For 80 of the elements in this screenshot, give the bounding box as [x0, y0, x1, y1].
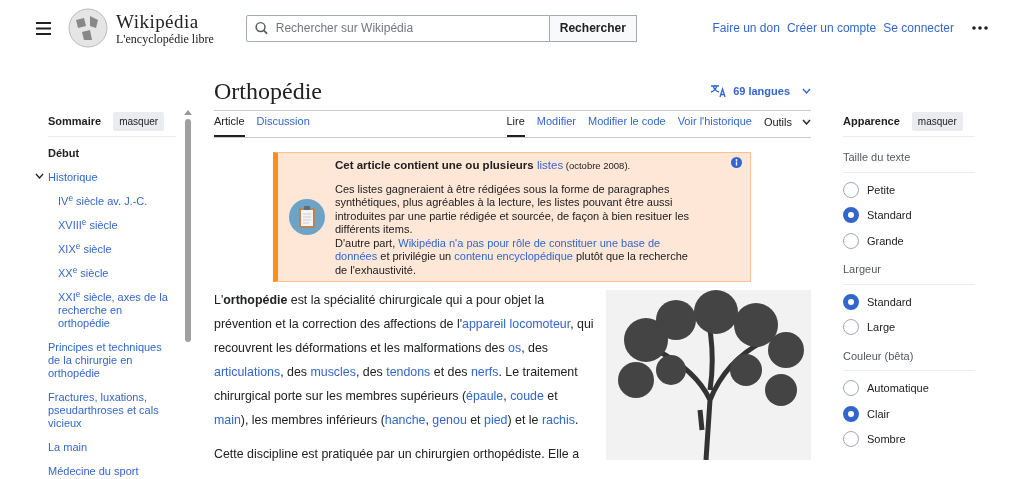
link[interactable]: tendons [386, 365, 431, 379]
search-input[interactable]: Rechercher sur Wikipédia [275, 19, 541, 37]
search-button[interactable]: Rechercher [549, 14, 637, 42]
link[interactable]: rachis [541, 413, 575, 427]
section-label: Couleur (bêta) [843, 347, 975, 371]
link[interactable]: main [214, 413, 241, 427]
toc-link[interactable]: Historique [48, 171, 176, 184]
page-tab[interactable]: Modifier [536, 112, 576, 137]
toc-link[interactable]: Médecine du sport [48, 465, 176, 478]
radio-option[interactable]: Standard [843, 207, 975, 224]
radio-button[interactable] [843, 181, 859, 198]
radio-option[interactable]: Grande [843, 232, 975, 249]
notice-title: Cet article contient une ou plusieurs listes (octobre 2008). [335, 159, 631, 173]
link[interactable]: contenu encyclopédique [454, 250, 573, 262]
paragraph: Cette discipline est pratiquée par un chirurgien orthopédiste. Elle a [214, 446, 581, 463]
toc-link[interactable]: XVIII$^{e}$ siècle [48, 219, 176, 232]
page-tab[interactable]: Lire [506, 112, 525, 137]
translate-icon [710, 84, 728, 98]
article-title: Orthopédie [214, 77, 322, 106]
toc-link[interactable]: La main [48, 441, 176, 454]
search-field[interactable]: Rechercher sur Wikipédia [245, 14, 550, 42]
notice-text: Ces listes gagneraient à être rédigées sous la forme de paragraphes synthétiques, plus agréables à la lecture, les listes pouvant être aussi introduites par une partie rédigée et sourcée, de façon à bien resituer les différents items. [335, 182, 691, 237]
link[interactable]: épaule [466, 389, 504, 403]
radio-button[interactable] [843, 293, 859, 310]
section-label: Largeur [843, 261, 975, 285]
radio-button[interactable] [843, 319, 859, 336]
hide-button[interactable]: masquer [911, 112, 963, 131]
search-icon [254, 21, 268, 35]
toc-heading: Sommaire [48, 114, 102, 130]
radio-button[interactable] [843, 431, 859, 448]
radio-button[interactable] [843, 405, 859, 422]
radio-option[interactable]: Standard [843, 293, 975, 310]
link[interactable]: pied [484, 413, 508, 427]
languages-button[interactable]: 69 langues [710, 82, 811, 100]
chevron-down-icon[interactable] [35, 173, 44, 179]
hide-button[interactable]: masquer [113, 112, 165, 131]
radio-option[interactable]: Large [843, 319, 975, 336]
radio-option[interactable]: Sombre [843, 431, 975, 448]
radio-option[interactable]: Clair [843, 405, 975, 422]
toc-link[interactable]: Fractures, luxations, pseudarthroses et cals vicieux [48, 391, 176, 430]
radio-option[interactable]: Automatique [843, 380, 975, 397]
radio-button[interactable] [843, 380, 859, 397]
page-tab[interactable]: Article [214, 112, 245, 137]
menu-icon[interactable] [36, 21, 51, 35]
globe-logo-icon[interactable] [68, 8, 108, 48]
notice-text: D'autre part, Wikipédia n'a pas pour rôle de constituer une base de données et privilégie un contenu encyclopédique plutôt que la recherche de l'exhaustivité. [335, 236, 689, 277]
link[interactable]: listes [536, 159, 564, 171]
header-link[interactable]: Faire un don [712, 19, 780, 37]
chevron-down-icon [802, 118, 811, 125]
more-options-icon[interactable] [972, 26, 988, 30]
toc-link[interactable]: Début [48, 147, 176, 160]
page-tab[interactable]: Voir l'historique [677, 112, 752, 137]
radio-option[interactable]: Petite [843, 181, 975, 198]
header-link[interactable]: Se connecter [883, 19, 954, 37]
scroll-up-arrow-icon[interactable] [184, 110, 192, 115]
toc-link[interactable]: Principes et techniques de la chirurgie en orthopédie [48, 341, 176, 380]
toc-link[interactable]: XIX$^{e}$ siècle [48, 243, 176, 256]
link[interactable]: appareil locomoteur [462, 317, 571, 331]
toc-link[interactable]: IV$^{e}$ siècle av. J.-C. [48, 195, 176, 208]
toc-link[interactable]: XX$^{e}$ siècle [48, 267, 176, 280]
chevron-down-icon [802, 88, 811, 94]
radio-button[interactable] [843, 207, 859, 224]
appearance-heading: Apparence [843, 114, 900, 130]
link[interactable]: genou [432, 413, 467, 427]
logo-wordmark[interactable]: Wikipédia [116, 11, 214, 31]
section-label: Taille du texte [843, 149, 975, 173]
toc-link[interactable]: XXI$^{e}$ siècle, axes de la recherche en orthopédie [48, 291, 176, 330]
link[interactable]: coude [510, 389, 544, 403]
link[interactable]: données [335, 250, 378, 262]
radio-button[interactable] [843, 232, 859, 249]
header-link[interactable]: Créer un compte [786, 19, 877, 37]
page-tab[interactable]: Modifier le code [587, 112, 666, 137]
info-icon[interactable] [731, 157, 742, 168]
link[interactable]: Wikipédia n'a pas pour rôle de constituer une base de [398, 236, 661, 249]
logo-tagline: L'encyclopédie libre [116, 32, 214, 45]
clipboard-icon [288, 199, 325, 235]
paragraph: L'orthopédie est la spécialité chirurgicale qui a pour objet la prévention et la correction des affections de l'appareil locomoteur, qui recouvrent les déformations et les malformations des os, des articulations, des muscles, des tendons et des nerfs. Le traitement chirurgical porte sur les membres supérieurs (épaule, coude et main), les membres inférieurs (hanche, genou et pied) et le rachis. [214, 292, 594, 429]
link[interactable]: muscles [310, 365, 356, 379]
tools-menu[interactable]: Outils [763, 113, 811, 137]
page-tab[interactable]: Discussion [256, 112, 310, 137]
